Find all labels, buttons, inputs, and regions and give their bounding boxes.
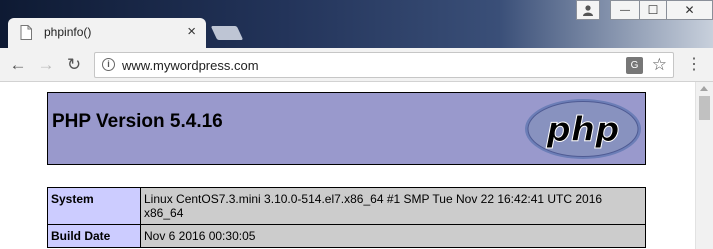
row-label: System	[47, 187, 141, 225]
tab-close-icon[interactable]: ×	[187, 23, 196, 41]
scroll-up-arrow-icon[interactable]	[700, 86, 708, 91]
translate-icon[interactable]: G	[626, 57, 643, 74]
page-icon	[20, 25, 32, 40]
close-icon: ✕	[684, 3, 695, 17]
address-bar[interactable]: i www.mywordpress.com G ☆	[94, 52, 674, 78]
php-logo: php	[525, 99, 641, 159]
reload-icon[interactable]: ↻	[63, 54, 85, 76]
browser-toolbar: ← → ↻ i www.mywordpress.com G ☆ ⋮	[0, 48, 713, 82]
page-title: PHP Version 5.4.16	[52, 111, 223, 132]
tab-title: phpinfo()	[44, 25, 92, 39]
minimize-icon: —	[620, 4, 630, 16]
phpinfo-table: System Linux CentOS7.3.mini 3.10.0-514.e…	[47, 187, 646, 248]
close-window-button[interactable]: ✕	[666, 0, 713, 20]
profile-icon[interactable]	[576, 0, 600, 20]
user-icon	[583, 5, 593, 16]
maximize-button[interactable]: ☐	[639, 0, 667, 20]
row-value: Linux CentOS7.3.mini 3.10.0-514.el7.x86_…	[140, 187, 646, 225]
new-tab-button[interactable]	[210, 26, 244, 40]
row-value: Nov 6 2016 00:30:05	[140, 224, 646, 248]
php-logo-text: php	[546, 110, 620, 150]
vertical-scrollbar[interactable]	[695, 82, 713, 249]
maximize-icon: ☐	[647, 3, 659, 17]
bookmark-star-icon[interactable]: ☆	[652, 55, 667, 75]
browser-tab[interactable]: phpinfo() ×	[8, 18, 206, 48]
minimize-button[interactable]: —	[610, 0, 640, 20]
back-arrow-icon[interactable]: ←	[7, 54, 29, 76]
info-icon[interactable]: i	[102, 58, 115, 71]
forward-arrow-icon[interactable]: →	[35, 54, 57, 76]
table-row: Build Date Nov 6 2016 00:30:05	[47, 224, 646, 248]
page-viewport: PHP Version 5.4.16 php System Linux Cent…	[0, 82, 695, 249]
table-row: System Linux CentOS7.3.mini 3.10.0-514.e…	[47, 187, 646, 225]
row-label: Build Date	[47, 224, 141, 248]
browser-menu-icon[interactable]: ⋮	[686, 54, 702, 76]
php-version-header: PHP Version 5.4.16 php	[47, 92, 646, 165]
browser-title-bar: phpinfo() × — ☐ ✕	[0, 0, 713, 48]
scrollbar-thumb[interactable]	[699, 96, 710, 120]
url-text[interactable]: www.mywordpress.com	[122, 58, 259, 73]
